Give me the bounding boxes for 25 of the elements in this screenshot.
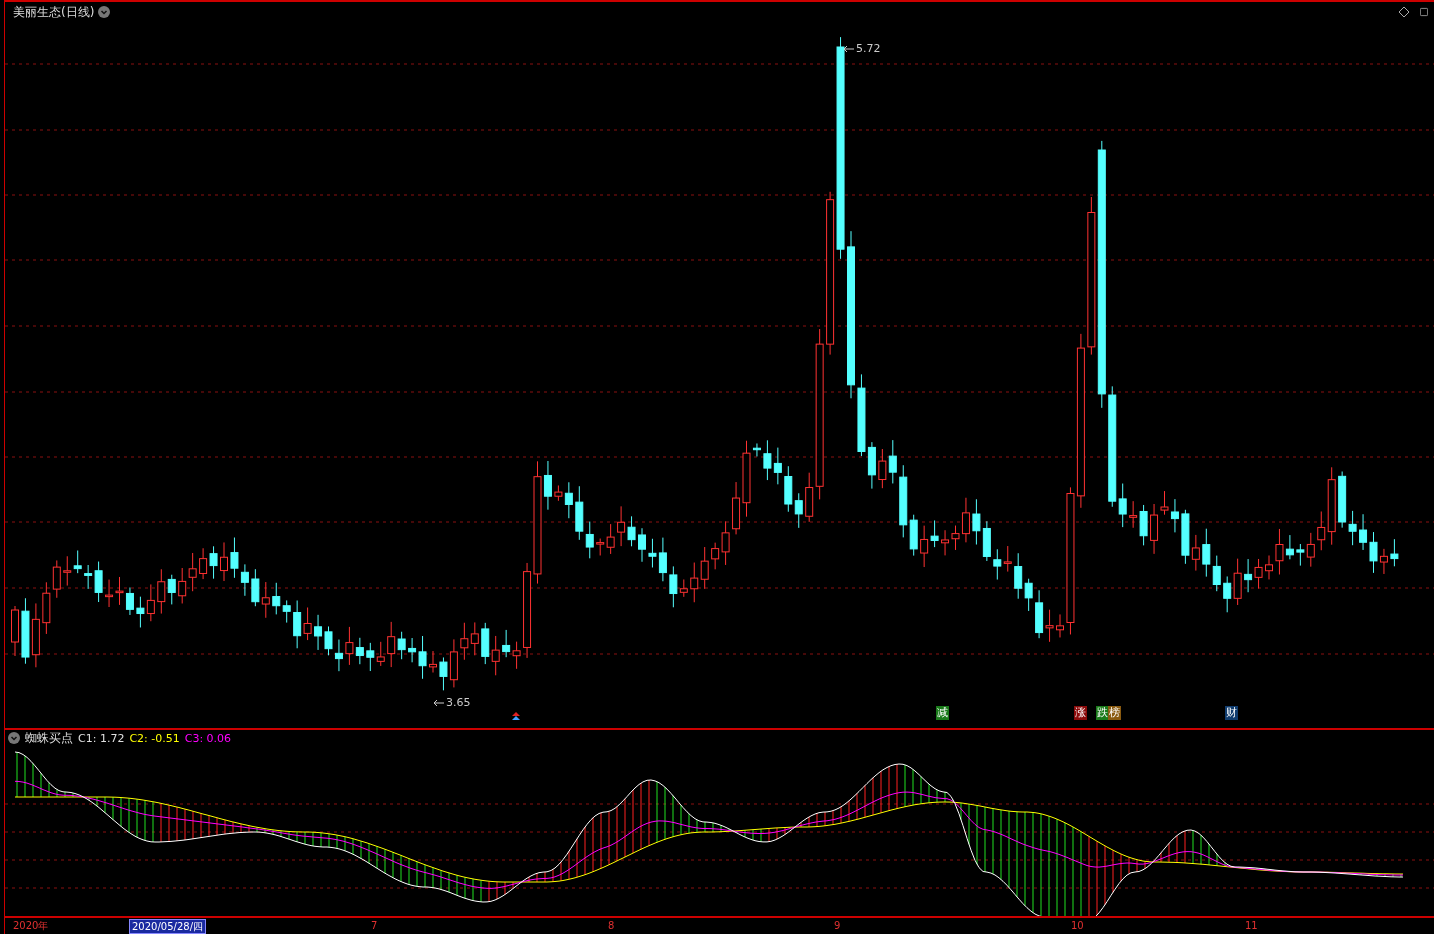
axis-label: 8 bbox=[608, 919, 615, 932]
axis-label[interactable]: 2020/05/28/四 bbox=[129, 919, 206, 934]
double-chevron-icon bbox=[512, 712, 520, 720]
price-marker: 3.65 bbox=[446, 696, 471, 709]
chart-title: 美丽生态(日线) bbox=[13, 3, 95, 21]
window-icon[interactable] bbox=[1420, 6, 1428, 18]
axis-label: 10 bbox=[1071, 919, 1084, 932]
diamond-icon[interactable] bbox=[1398, 6, 1410, 18]
event-tag[interactable]: 财 bbox=[1225, 706, 1238, 720]
indicator-reading: C1: 1.72 bbox=[78, 731, 125, 745]
arrow-icon bbox=[843, 44, 855, 53]
chevron-down-icon[interactable] bbox=[98, 6, 111, 18]
price-marker: 5.72 bbox=[856, 42, 881, 55]
axis-label: 7 bbox=[371, 919, 378, 932]
axis-label: 11 bbox=[1245, 919, 1258, 932]
arrow-icon bbox=[433, 698, 445, 707]
event-tag[interactable]: 减 bbox=[936, 706, 949, 720]
indicator-name: 蜘蛛买点 bbox=[25, 729, 73, 747]
chevron-down-icon[interactable] bbox=[8, 732, 20, 744]
indicator-reading: C2: -0.51 bbox=[129, 731, 180, 745]
event-tag[interactable]: 榜 bbox=[1108, 706, 1121, 720]
event-tag[interactable]: 涨 bbox=[1074, 706, 1087, 720]
axis-label: 9 bbox=[834, 919, 841, 932]
axis-label: 2020年 bbox=[13, 919, 49, 932]
indicator-reading: C3: 0.06 bbox=[184, 731, 232, 745]
